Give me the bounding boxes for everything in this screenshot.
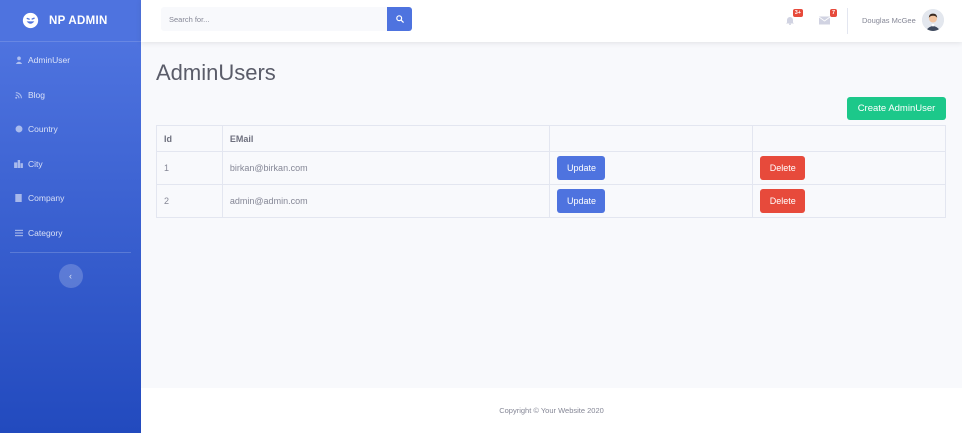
messages-dropdown[interactable]: 7 <box>817 9 837 27</box>
sidebar-divider <box>10 252 131 253</box>
cell-email: admin@admin.com <box>221 184 551 218</box>
user-icon <box>14 56 23 65</box>
cell-delete: Delete <box>752 184 946 218</box>
laugh-wink-icon <box>22 12 39 29</box>
company-icon <box>14 194 23 203</box>
sidebar: NP ADMIN AdminUser Blog Country City Com… <box>0 0 141 433</box>
globe-icon <box>14 125 23 134</box>
messages-counter-badge: 7 <box>829 9 837 17</box>
cell-id: 2 <box>156 184 223 218</box>
sidebar-item-adminuser[interactable]: AdminUser <box>0 43 141 78</box>
delete-button[interactable]: Delete <box>760 189 806 213</box>
search-bar <box>161 7 412 31</box>
update-button[interactable]: Update <box>557 156 606 180</box>
copyright-text: Copyright © Your Website 2020 <box>499 406 604 415</box>
sidebar-item-label: City <box>28 158 43 169</box>
column-header-email: EMail <box>221 125 551 152</box>
sidebar-item-label: Blog <box>28 89 46 100</box>
cell-id: 1 <box>156 151 223 185</box>
alerts-counter-badge: 3+ <box>792 9 803 17</box>
sidebar-item-label: Company <box>28 193 65 204</box>
avatar <box>921 9 944 31</box>
footer: Copyright © Your Website 2020 <box>141 388 962 433</box>
sidebar-item-category[interactable]: Category <box>0 216 141 251</box>
table-header-row: Id EMail <box>156 125 946 152</box>
column-header-delete <box>752 125 946 152</box>
user-name: Douglas McGee <box>862 15 916 25</box>
sidebar-item-company[interactable]: Company <box>0 181 141 216</box>
cell-delete: Delete <box>752 151 946 185</box>
brand[interactable]: NP ADMIN <box>0 0 141 42</box>
list-icon <box>14 228 23 237</box>
topbar-alerts: 3+ 7 <box>783 9 837 27</box>
sidebar-item-label: Country <box>28 124 58 135</box>
sidebar-item-blog[interactable]: Blog <box>0 78 141 113</box>
table-row: 1 birkan@birkan.com Update Delete <box>156 151 946 185</box>
chevron-left-icon: ‹ <box>69 271 72 281</box>
envelope-icon <box>818 16 830 24</box>
page-title: AdminUsers <box>156 60 276 85</box>
sidebar-item-city[interactable]: City <box>0 147 141 182</box>
create-adminuser-button[interactable]: Create AdminUser <box>847 97 946 120</box>
column-header-update <box>549 125 754 152</box>
topbar: 3+ 7 Douglas McGee <box>141 0 962 42</box>
alerts-dropdown[interactable]: 3+ <box>783 9 803 27</box>
topbar-divider <box>847 8 848 34</box>
city-icon <box>14 159 23 168</box>
cell-update: Update <box>549 151 754 185</box>
update-button[interactable]: Update <box>557 189 606 213</box>
brand-name: NP ADMIN <box>49 14 108 27</box>
adminusers-table: Id EMail 1 birkan@birkan.com Update Dele… <box>156 125 946 218</box>
blog-icon <box>14 90 23 99</box>
search-button[interactable] <box>387 7 412 31</box>
search-icon <box>395 15 404 23</box>
sidebar-item-label: Category <box>28 227 63 238</box>
delete-button[interactable]: Delete <box>760 156 806 180</box>
cell-email: birkan@birkan.com <box>221 151 551 185</box>
sidebar-toggle-button[interactable]: ‹ <box>58 264 83 288</box>
table-row: 2 admin@admin.com Update Delete <box>156 184 946 218</box>
column-header-id: Id <box>156 125 223 152</box>
user-dropdown[interactable]: Douglas McGee <box>862 9 944 31</box>
cell-update: Update <box>549 184 754 218</box>
sidebar-item-label: AdminUser <box>28 55 71 66</box>
search-input[interactable] <box>161 7 387 31</box>
sidebar-item-country[interactable]: Country <box>0 112 141 147</box>
